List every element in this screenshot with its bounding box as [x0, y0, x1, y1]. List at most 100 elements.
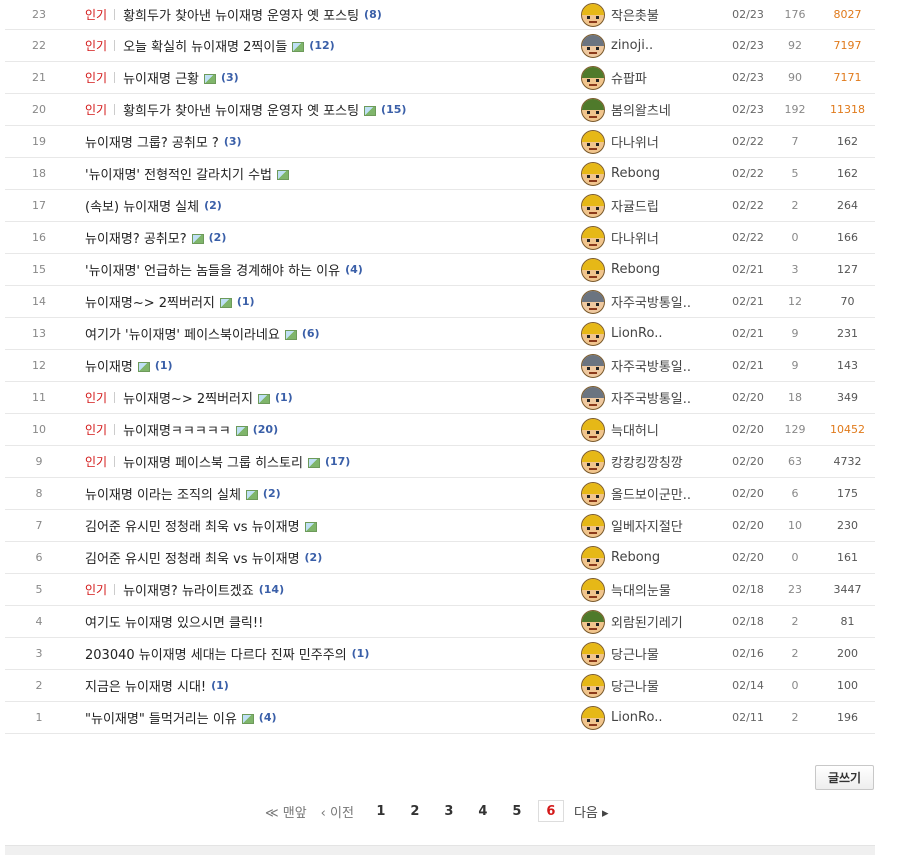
comment-count[interactable]: (15)	[381, 103, 406, 116]
post-title-link[interactable]: 뉴이재명? 공취모?	[85, 228, 187, 247]
page-link-5[interactable]: 5	[504, 800, 530, 822]
writer-name[interactable]: 늑대허니	[611, 420, 659, 439]
post-title-link[interactable]: 뉴이재명 이라는 조직의 실체	[85, 484, 241, 503]
post-subject[interactable]: 지금은 뉴이재명 시대! (1)	[85, 670, 575, 701]
post-title-link[interactable]: 203040 뉴이재명 세대는 다르다 진짜 민주주의	[85, 644, 347, 663]
post-writer[interactable]: 올드보이군만..	[581, 478, 711, 509]
writer-name[interactable]: 작은촛불	[611, 5, 659, 24]
writer-name[interactable]: 다나위너	[611, 132, 659, 151]
table-row[interactable]: 9 인기 뉴이재명 페이스북 그룹 히스토리 (17) 캉캉킹깡칭깡 02/20 63 473…	[5, 446, 875, 478]
comment-count[interactable]: (1)	[155, 359, 173, 372]
post-writer[interactable]: 외람된기레기	[581, 606, 711, 637]
post-subject[interactable]: 뉴이재명 이라는 조직의 실체 (2)	[85, 478, 575, 509]
post-writer[interactable]: 자주국방통일..	[581, 382, 711, 413]
table-row[interactable]: 10 인기 뉴이재명ㅋㅋㅋㅋㅋ (20) 늑대허니 02/20 129 10452	[5, 414, 875, 446]
writer-name[interactable]: 자주국방통일..	[611, 292, 691, 311]
table-row[interactable]: 19 뉴이재명 그룹? 공취모 ? (3) 다나위너 02/22 7 162	[5, 126, 875, 158]
writer-name[interactable]: 일베자지절단	[611, 516, 683, 535]
post-subject[interactable]: '뉴이재명' 전형적인 갈라치기 수법	[85, 158, 575, 189]
comment-count[interactable]: (1)	[211, 679, 229, 692]
post-subject[interactable]: 인기 뉴이재명~> 2찍버러지 (1)	[85, 382, 575, 413]
post-writer[interactable]: 일베자지절단	[581, 510, 711, 541]
post-title-link[interactable]: 뉴이재명 페이스북 그룹 히스토리	[123, 452, 303, 471]
table-row[interactable]: 17 (속보) 뉴이재명 실체 (2) 자귤드립 02/22 2 264	[5, 190, 875, 222]
writer-name[interactable]: Rebong	[611, 550, 660, 565]
table-row[interactable]: 23 인기 황희두가 찾아낸 뉴이재명 운영자 옛 포스팅 (8) 작은촛불 02/23 1…	[5, 0, 875, 30]
post-title-link[interactable]: '뉴이재명' 언급하는 놈들을 경계해야 하는 이유	[85, 260, 340, 279]
post-title-link[interactable]: 김어준 유시민 정청래 최욱 vs 뉴이재명	[85, 548, 300, 567]
table-row[interactable]: 14 뉴이재명~> 2찍버러지 (1) 자주국방통일.. 02/21 12 70	[5, 286, 875, 318]
comment-count[interactable]: (2)	[305, 551, 323, 564]
post-subject[interactable]: 인기 뉴이재명? 뉴라이트겠죠 (14)	[85, 574, 575, 605]
table-row[interactable]: 18 '뉴이재명' 전형적인 갈라치기 수법 Rebong 02/22 5 162	[5, 158, 875, 190]
writer-name[interactable]: Rebong	[611, 262, 660, 277]
comment-count[interactable]: (6)	[302, 327, 320, 340]
comment-count[interactable]: (20)	[253, 423, 278, 436]
comment-count[interactable]: (4)	[345, 263, 363, 276]
comment-count[interactable]: (1)	[237, 295, 255, 308]
post-title-link[interactable]: 여기가 '뉴이재명' 페이스북이라네요	[85, 324, 280, 343]
post-writer[interactable]: Rebong	[581, 254, 711, 285]
comment-count[interactable]: (14)	[259, 583, 284, 596]
post-writer[interactable]: 늑대의눈물	[581, 574, 711, 605]
page-link-4[interactable]: 4	[470, 800, 496, 822]
post-subject[interactable]: 인기 오늘 확실히 뉴이재명 2찍이들 (12)	[85, 30, 575, 61]
post-title-link[interactable]: 황희두가 찾아낸 뉴이재명 운영자 옛 포스팅	[123, 5, 359, 24]
table-row[interactable]: 11 인기 뉴이재명~> 2찍버러지 (1) 자주국방통일.. 02/20 18 349	[5, 382, 875, 414]
post-title-link[interactable]: 뉴이재명~> 2찍버러지	[123, 388, 253, 407]
writer-name[interactable]: 당근나물	[611, 676, 659, 695]
post-writer[interactable]: 자주국방통일..	[581, 286, 711, 317]
table-row[interactable]: 21 인기 뉴이재명 근황 (3) 슈팝파 02/23 90 7171	[5, 62, 875, 94]
comment-count[interactable]: (2)	[263, 487, 281, 500]
post-writer[interactable]: 당근나물	[581, 670, 711, 701]
writer-name[interactable]: 자주국방통일..	[611, 356, 691, 375]
post-title-link[interactable]: '뉴이재명' 전형적인 갈라치기 수법	[85, 164, 272, 183]
writer-name[interactable]: 늑대의눈물	[611, 580, 671, 599]
post-writer[interactable]: 자귤드립	[581, 190, 711, 221]
post-subject[interactable]: 김어준 유시민 정청래 최욱 vs 뉴이재명 (2)	[85, 542, 575, 573]
post-title-link[interactable]: "뉴이재명" 들먹거리는 이유	[85, 708, 237, 727]
comment-count[interactable]: (4)	[259, 711, 277, 724]
post-subject[interactable]: '뉴이재명' 언급하는 놈들을 경계해야 하는 이유 (4)	[85, 254, 575, 285]
page-link-1[interactable]: 1	[368, 800, 394, 822]
post-writer[interactable]: 늑대허니	[581, 414, 711, 445]
table-row[interactable]: 3 203040 뉴이재명 세대는 다르다 진짜 민주주의 (1) 당근나물 02/16…	[5, 638, 875, 670]
post-title-link[interactable]: (속보) 뉴이재명 실체	[85, 196, 199, 215]
page-link-2[interactable]: 2	[402, 800, 428, 822]
post-writer[interactable]: 당근나물	[581, 638, 711, 669]
post-title-link[interactable]: 뉴이재명 그룹? 공취모 ?	[85, 132, 219, 151]
table-row[interactable]: 13 여기가 '뉴이재명' 페이스북이라네요 (6) LionRo.. 02/21 9 23…	[5, 318, 875, 350]
writer-name[interactable]: zinoji..	[611, 38, 653, 53]
post-writer[interactable]: 자주국방통일..	[581, 350, 711, 381]
post-subject[interactable]: 뉴이재명 (1)	[85, 350, 575, 381]
post-subject[interactable]: 인기 황희두가 찾아낸 뉴이재명 운영자 옛 포스팅 (8)	[85, 0, 575, 29]
table-row[interactable]: 5 인기 뉴이재명? 뉴라이트겠죠 (14) 늑대의눈물 02/18 23 3447	[5, 574, 875, 606]
comment-count[interactable]: (17)	[325, 455, 350, 468]
writer-name[interactable]: 봄의왈츠네	[611, 100, 671, 119]
post-title-link[interactable]: 뉴이재명~> 2찍버러지	[85, 292, 215, 311]
first-page-link[interactable]: ≪ 맨앞	[265, 802, 307, 821]
post-subject[interactable]: (속보) 뉴이재명 실체 (2)	[85, 190, 575, 221]
post-title-link[interactable]: 여기도 뉴이재명 있으시면 클릭!!	[85, 612, 263, 631]
table-row[interactable]: 1 "뉴이재명" 들먹거리는 이유 (4) LionRo.. 02/11 2 196	[5, 702, 875, 734]
writer-name[interactable]: 당근나물	[611, 644, 659, 663]
post-subject[interactable]: 인기 황희두가 찾아낸 뉴이재명 운영자 옛 포스팅 (15)	[85, 94, 575, 125]
page-link-6[interactable]: 6	[537, 800, 564, 822]
post-subject[interactable]: 뉴이재명 그룹? 공취모 ? (3)	[85, 126, 575, 157]
table-row[interactable]: 12 뉴이재명 (1) 자주국방통일.. 02/21 9 143	[5, 350, 875, 382]
post-writer[interactable]: Rebong	[581, 542, 711, 573]
table-row[interactable]: 15 '뉴이재명' 언급하는 놈들을 경계해야 하는 이유 (4) Rebong 02/…	[5, 254, 875, 286]
writer-name[interactable]: 캉캉킹깡칭깡	[611, 452, 683, 471]
comment-count[interactable]: (1)	[275, 391, 293, 404]
post-writer[interactable]: 캉캉킹깡칭깡	[581, 446, 711, 477]
post-writer[interactable]: 다나위너	[581, 222, 711, 253]
table-row[interactable]: 7 김어준 유시민 정청래 최욱 vs 뉴이재명 일베자지절단 02/20 10 230	[5, 510, 875, 542]
table-row[interactable]: 4 여기도 뉴이재명 있으시면 클릭!! 외람된기레기 02/18 2 81	[5, 606, 875, 638]
post-subject[interactable]: 여기가 '뉴이재명' 페이스북이라네요 (6)	[85, 318, 575, 349]
writer-name[interactable]: Rebong	[611, 166, 660, 181]
post-title-link[interactable]: 뉴이재명? 뉴라이트겠죠	[123, 580, 254, 599]
post-title-link[interactable]: 황희두가 찾아낸 뉴이재명 운영자 옛 포스팅	[123, 100, 359, 119]
post-subject[interactable]: 인기 뉴이재명ㅋㅋㅋㅋㅋ (20)	[85, 414, 575, 445]
post-subject[interactable]: 인기 뉴이재명 근황 (3)	[85, 62, 575, 93]
comment-count[interactable]: (1)	[352, 647, 370, 660]
